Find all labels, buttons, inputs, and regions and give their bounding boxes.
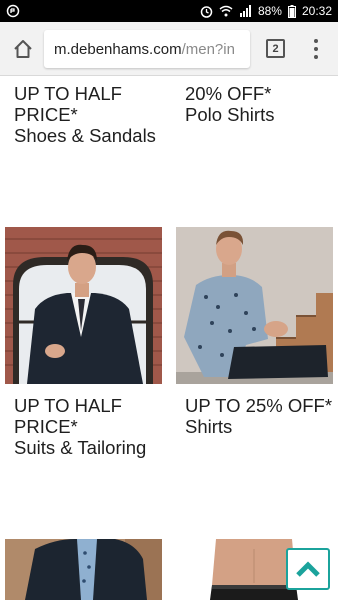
clock: 20:32	[301, 4, 332, 18]
shirt-product-image[interactable]	[176, 227, 333, 384]
home-button[interactable]	[8, 34, 38, 64]
more-vert-icon[interactable]	[306, 36, 326, 62]
chevron-up-icon	[296, 561, 320, 577]
alarm-icon	[200, 5, 213, 18]
app-notification-icon	[6, 4, 20, 18]
promo-offer: UP TO HALF PRICE*	[14, 83, 122, 125]
promo-shoes-sandals[interactable]: UP TO HALF PRICE* Shoes & Sandals	[14, 83, 174, 146]
status-bar: 88% 20:32	[0, 0, 338, 22]
promo-category: Polo Shirts	[185, 104, 275, 125]
tab-switcher-button[interactable]: 2	[266, 39, 285, 58]
blazer-product-image[interactable]	[5, 539, 162, 600]
promo-category: Suits & Tailoring	[14, 437, 147, 458]
promo-shirts[interactable]: UP TO 25% OFF* Shirts	[185, 395, 338, 437]
promo-offer: 20% OFF*	[185, 83, 272, 104]
promo-offer: UP TO 25% OFF*	[185, 395, 333, 416]
home-icon	[14, 40, 32, 58]
suit-product-image[interactable]	[5, 227, 162, 384]
browser-toolbar: m.debenhams.com/men?in 2	[0, 22, 338, 76]
page-content: UP TO HALF PRICE* Shoes & Sandals 20% OF…	[0, 77, 338, 600]
status-right: 88% 20:32	[200, 4, 332, 18]
wifi-icon	[219, 5, 233, 17]
battery-percent: 88%	[257, 4, 282, 18]
battery-icon	[287, 4, 296, 18]
promo-category: Shirts	[185, 416, 233, 437]
promo-category: Shoes & Sandals	[14, 125, 156, 146]
promo-polo-shirts[interactable]: 20% OFF* Polo Shirts	[185, 83, 338, 125]
back-to-top-button[interactable]	[286, 548, 330, 590]
tab-count: 2	[272, 42, 279, 55]
url-path: /men?in	[181, 40, 235, 58]
url-bar[interactable]: m.debenhams.com/men?in	[44, 30, 250, 68]
status-left	[6, 4, 20, 18]
signal-icon	[239, 5, 251, 17]
url-domain: m.debenhams.com	[54, 40, 182, 58]
promo-suits-tailoring[interactable]: UP TO HALF PRICE* Suits & Tailoring	[14, 395, 174, 458]
promo-offer: UP TO HALF PRICE*	[14, 395, 122, 437]
